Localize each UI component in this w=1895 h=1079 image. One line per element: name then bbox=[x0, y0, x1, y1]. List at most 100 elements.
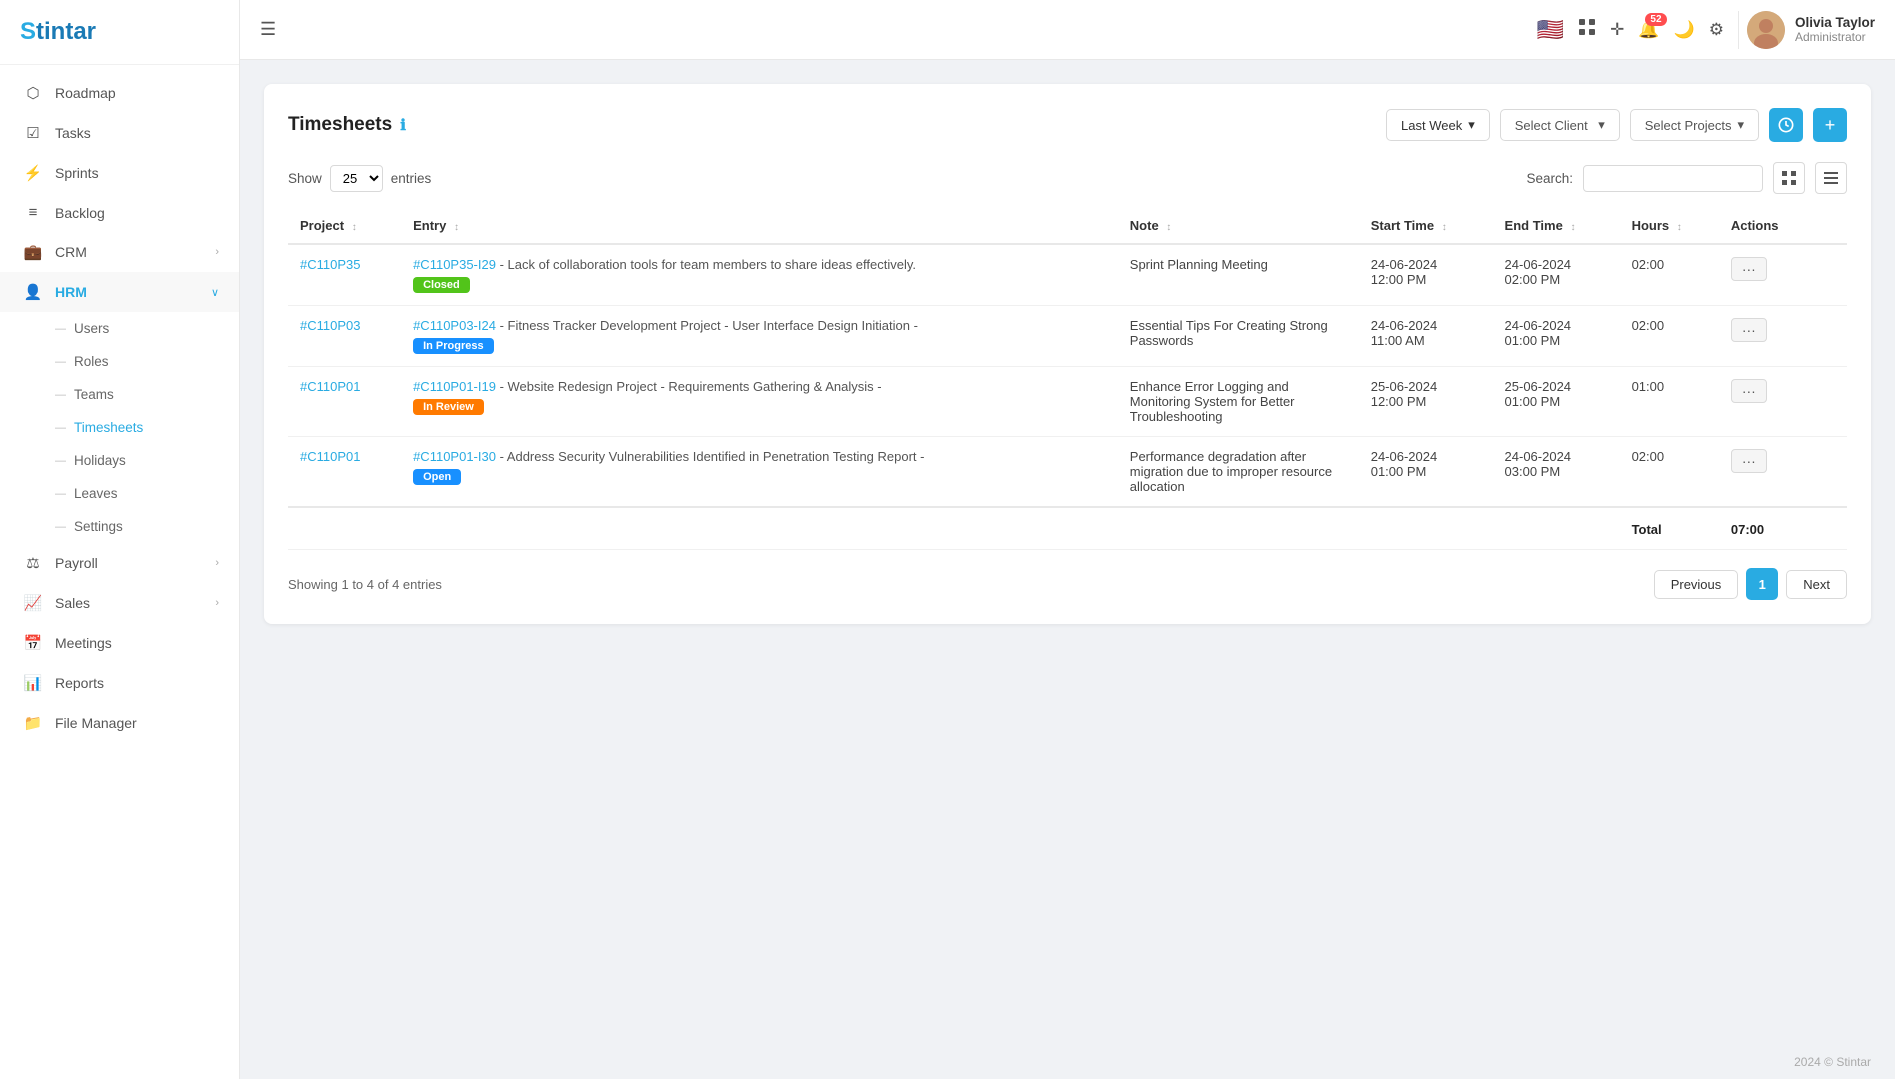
sidebar-item-sales[interactable]: 📈 Sales › bbox=[0, 583, 239, 623]
page-1-button[interactable]: 1 bbox=[1746, 568, 1778, 600]
meetings-icon: 📅 bbox=[23, 634, 43, 652]
user-profile-area[interactable]: Olivia Taylor Administrator bbox=[1738, 11, 1875, 49]
note-cell: Performance degradation after migration … bbox=[1118, 437, 1359, 508]
project-link[interactable]: #C110P01 bbox=[300, 379, 360, 394]
col-hours[interactable]: Hours ↕ bbox=[1620, 208, 1719, 244]
row-actions-button[interactable]: ··· bbox=[1731, 318, 1767, 342]
dark-mode-icon[interactable]: 🌙 bbox=[1674, 20, 1695, 40]
sidebar-item-label: Meetings bbox=[55, 635, 112, 651]
project-link[interactable]: #C110P03 bbox=[300, 318, 360, 333]
hours-cell: 01:00 bbox=[1620, 367, 1719, 437]
sidebar-item-roadmap[interactable]: ⬡ Roadmap bbox=[0, 73, 239, 113]
entry-status-badge: In Progress bbox=[413, 338, 494, 354]
project-sort-icon: ↕ bbox=[352, 222, 357, 233]
note-cell: Essential Tips For Creating Strong Passw… bbox=[1118, 306, 1359, 367]
last-week-filter-button[interactable]: Last Week ▾ bbox=[1386, 109, 1490, 141]
start-time-cell: 24-06-202401:00 PM bbox=[1359, 437, 1493, 508]
list-view-button[interactable] bbox=[1815, 162, 1847, 194]
sidebar-sub-item-users[interactable]: Users bbox=[0, 312, 239, 345]
entry-id-link[interactable]: #C110P01-I19 bbox=[413, 379, 496, 394]
sidebar-item-backlog[interactable]: ≡ Backlog bbox=[0, 193, 239, 232]
select-client-button[interactable]: Select Client ▾ bbox=[1500, 109, 1620, 141]
col-note[interactable]: Note ↕ bbox=[1118, 208, 1359, 244]
entries-per-page-select[interactable]: 25 10 50 bbox=[330, 165, 383, 192]
sidebar-item-meetings[interactable]: 📅 Meetings bbox=[0, 623, 239, 663]
table-row: #C110P01 #C110P01-I19 - Website Redesign… bbox=[288, 367, 1847, 437]
sidebar-item-reports[interactable]: 📊 Reports bbox=[0, 663, 239, 703]
entry-cell: #C110P03-I24 - Fitness Tracker Developme… bbox=[401, 306, 1118, 367]
sidebar-item-label: Sprints bbox=[55, 165, 99, 181]
col-project[interactable]: Project ↕ bbox=[288, 208, 401, 244]
col-start-time[interactable]: Start Time ↕ bbox=[1359, 208, 1493, 244]
sidebar-sub-item-holidays[interactable]: Holidays bbox=[0, 444, 239, 477]
info-icon[interactable]: ℹ bbox=[400, 116, 406, 134]
total-hours-cell: 07:00 bbox=[1719, 507, 1815, 550]
sidebar-sub-label: Roles bbox=[74, 354, 109, 369]
entry-status-badge: In Review bbox=[413, 399, 484, 415]
actions-cell: ··· bbox=[1719, 437, 1815, 508]
end-time-cell: 24-06-202401:00 PM bbox=[1493, 306, 1620, 367]
entry-id-link[interactable]: #C110P35-I29 bbox=[413, 257, 496, 272]
sidebar-sub-item-teams[interactable]: Teams bbox=[0, 378, 239, 411]
focus-icon[interactable]: ✛ bbox=[1610, 20, 1624, 40]
sidebar-sub-label: Users bbox=[74, 321, 109, 336]
sidebar-item-crm[interactable]: 💼 CRM › bbox=[0, 232, 239, 272]
sidebar-item-file-manager[interactable]: 📁 File Manager bbox=[0, 703, 239, 743]
search-input[interactable] bbox=[1583, 165, 1763, 192]
sidebar-item-tasks[interactable]: ☑ Tasks bbox=[0, 113, 239, 153]
grid-view-button[interactable] bbox=[1773, 162, 1805, 194]
project-link[interactable]: #C110P35 bbox=[300, 257, 360, 272]
sidebar-sub-item-roles[interactable]: Roles bbox=[0, 345, 239, 378]
entry-cell: #C110P01-I30 - Address Security Vulnerab… bbox=[401, 437, 1118, 508]
language-flag-icon[interactable]: 🇺🇸 bbox=[1537, 17, 1564, 43]
project-cell: #C110P03 bbox=[288, 306, 401, 367]
table-row: #C110P35 #C110P35-I29 - Lack of collabor… bbox=[288, 244, 1847, 306]
user-name: Olivia Taylor bbox=[1795, 15, 1875, 30]
row-actions-button[interactable]: ··· bbox=[1731, 257, 1767, 281]
sidebar-item-sprints[interactable]: ⚡ Sprints bbox=[0, 153, 239, 193]
end-time-cell: 24-06-202402:00 PM bbox=[1493, 244, 1620, 306]
payroll-icon: ⚖ bbox=[23, 554, 43, 572]
backlog-icon: ≡ bbox=[23, 204, 43, 221]
sidebar-sub-item-settings[interactable]: Settings bbox=[0, 510, 239, 543]
sidebar-sub-item-timesheets[interactable]: Timesheets bbox=[0, 411, 239, 444]
card-footer: Showing 1 to 4 of 4 entries Previous 1 N… bbox=[288, 568, 1847, 600]
row-actions-button[interactable]: ··· bbox=[1731, 449, 1767, 473]
sidebar-item-label: Sales bbox=[55, 595, 90, 611]
hrm-arrow: ∨ bbox=[211, 286, 219, 299]
clock-filter-button[interactable] bbox=[1769, 108, 1803, 142]
sidebar-item-label: HRM bbox=[55, 284, 87, 300]
col-end-time[interactable]: End Time ↕ bbox=[1493, 208, 1620, 244]
row-actions-button[interactable]: ··· bbox=[1731, 379, 1767, 403]
reports-icon: 📊 bbox=[23, 674, 43, 692]
sidebar-item-label: CRM bbox=[55, 244, 87, 260]
main-content: Timesheets ℹ Last Week ▾ Select Client ▾… bbox=[240, 60, 1895, 1045]
user-avatar bbox=[1747, 11, 1785, 49]
menu-toggle-icon[interactable]: ☰ bbox=[260, 19, 276, 40]
entry-id-link[interactable]: #C110P01-I30 bbox=[413, 449, 496, 464]
col-entry[interactable]: Entry ↕ bbox=[401, 208, 1118, 244]
next-button[interactable]: Next bbox=[1786, 570, 1847, 599]
apps-grid-icon[interactable] bbox=[1578, 18, 1596, 41]
show-entries-area: Show 25 10 50 entries bbox=[288, 165, 431, 192]
hours-cell: 02:00 bbox=[1620, 244, 1719, 306]
sidebar-sub-item-leaves[interactable]: Leaves bbox=[0, 477, 239, 510]
previous-button[interactable]: Previous bbox=[1654, 570, 1739, 599]
notifications-bell-icon[interactable]: 🔔 52 bbox=[1638, 20, 1659, 40]
sidebar-item-payroll[interactable]: ⚖ Payroll › bbox=[0, 543, 239, 583]
add-timesheet-button[interactable]: + bbox=[1813, 108, 1847, 142]
sidebar-sub-label: Holidays bbox=[74, 453, 126, 468]
table-row: #C110P03 #C110P03-I24 - Fitness Tracker … bbox=[288, 306, 1847, 367]
hours-cell: 02:00 bbox=[1620, 306, 1719, 367]
project-link[interactable]: #C110P01 bbox=[300, 449, 360, 464]
table-controls: Show 25 10 50 entries Search: bbox=[288, 162, 1847, 194]
client-chevron-down-icon: ▾ bbox=[1598, 117, 1605, 133]
sidebar-item-label: Payroll bbox=[55, 555, 98, 571]
sidebar-item-hrm[interactable]: 👤 HRM ∨ bbox=[0, 272, 239, 312]
entry-description: - Fitness Tracker Development Project - … bbox=[500, 318, 918, 333]
hours-cell: 02:00 bbox=[1620, 437, 1719, 508]
entry-description: - Address Security Vulnerabilities Ident… bbox=[500, 449, 925, 464]
select-projects-button[interactable]: Select Projects ▾ bbox=[1630, 109, 1759, 141]
entry-id-link[interactable]: #C110P03-I24 bbox=[413, 318, 496, 333]
settings-gear-icon[interactable]: ⚙ bbox=[1709, 20, 1724, 40]
